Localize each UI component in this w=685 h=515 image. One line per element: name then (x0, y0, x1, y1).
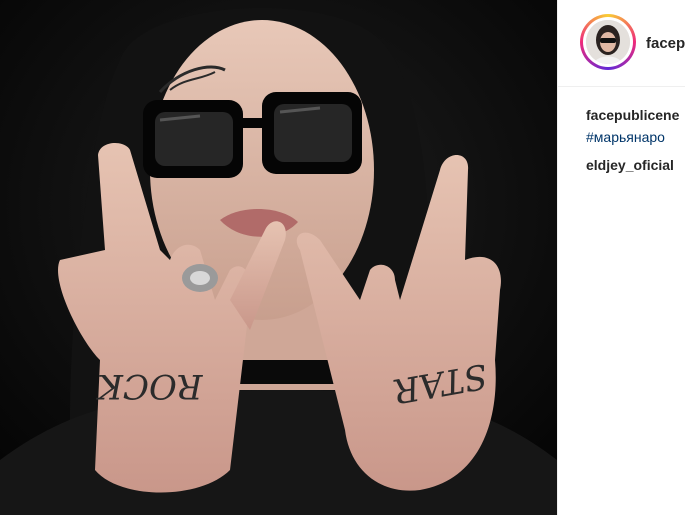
post-image: ROCK STAR (0, 0, 557, 515)
hand-tattoo-left: ROCK (95, 366, 203, 406)
post-photo[interactable]: ROCK STAR (0, 0, 557, 515)
comment-username-1[interactable]: facepublicene (586, 104, 685, 126)
story-ring[interactable] (580, 14, 636, 70)
header-username[interactable]: facep (646, 35, 685, 52)
avatar-image (586, 20, 630, 64)
post-header: facep (558, 0, 685, 87)
post-sidebar: facep facepublicene #марьянаро eldjey_of… (557, 0, 685, 515)
comment-user[interactable]: eldjey_oficial (586, 157, 674, 173)
hashtag-link[interactable]: #марьянаро (586, 129, 665, 145)
comments-list: facepublicene #марьянаро eldjey_oficial (586, 104, 685, 176)
avatar[interactable] (586, 20, 630, 64)
comment-username-2[interactable]: eldjey_oficial (586, 154, 685, 176)
comment-user[interactable]: facepublicene (586, 107, 679, 123)
comment-text-1[interactable]: #марьянаро (586, 126, 685, 148)
